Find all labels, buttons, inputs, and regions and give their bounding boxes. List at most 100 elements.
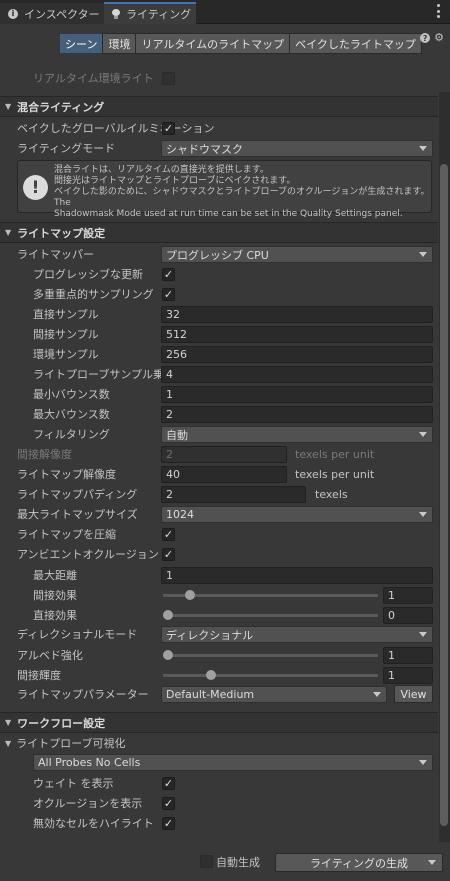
highlight-invalid-checkbox[interactable]: ✓ bbox=[162, 817, 175, 830]
indirect-intensity-field[interactable]: 1 bbox=[383, 667, 433, 684]
lightmap-params-value: Default-Medium bbox=[166, 688, 255, 701]
probe-mult-row: ライトプローブサンプル乗数 4 bbox=[0, 364, 438, 384]
help-icon[interactable]: ? bbox=[420, 33, 431, 43]
env-samples-row: 環境サンプル 256 bbox=[0, 344, 438, 364]
padding-unit: texels bbox=[315, 487, 348, 501]
compress-row: ライトマップを圧縮 ✓ bbox=[0, 524, 438, 544]
info-line: 混合ライトは、リアルタイムの直接光を提供します。 bbox=[54, 165, 269, 175]
lm-res-field[interactable]: 40 bbox=[161, 466, 287, 483]
max-bounces-field[interactable]: 2 bbox=[161, 406, 433, 423]
realtime-env-light-checkbox[interactable] bbox=[162, 72, 175, 85]
indirect-res-unit: texels per unit bbox=[295, 447, 375, 461]
filtering-value: 自動 bbox=[166, 428, 188, 442]
indirect-samples-field[interactable]: 512 bbox=[161, 326, 433, 343]
chevron-down-icon bbox=[373, 692, 381, 697]
filtering-dropdown[interactable]: 自動 bbox=[161, 426, 433, 443]
albedo-boost-slider-knob[interactable] bbox=[163, 650, 173, 660]
chevron-down-icon bbox=[419, 146, 427, 151]
tab-lighting[interactable]: ライティング bbox=[104, 2, 196, 24]
albedo-boost-slider[interactable] bbox=[163, 654, 378, 657]
foldout-arrow-icon: ▼ bbox=[5, 102, 12, 111]
tab-inspector[interactable]: i インスペクター bbox=[0, 3, 110, 24]
direct-contribution-field[interactable]: 0 bbox=[383, 607, 433, 624]
indirect-intensity-slider-knob[interactable] bbox=[206, 670, 216, 680]
highlight-invalid-row: 無効なセルをハイライト ✓ bbox=[0, 813, 438, 833]
indirect-intensity-row: 間接輝度 1 bbox=[0, 665, 438, 685]
section-workflow-settings[interactable]: ▼ ワークフロー設定 bbox=[0, 712, 438, 733]
mis-checkbox[interactable]: ✓ bbox=[162, 288, 175, 301]
lm-res-label: ライトマップ解像度 bbox=[17, 468, 116, 481]
ao-checkbox[interactable]: ✓ bbox=[162, 548, 175, 561]
generate-lighting-button[interactable]: ライティングの生成 bbox=[275, 853, 443, 872]
max-distance-label: 最大距離 bbox=[33, 569, 77, 582]
scrollbar-thumb[interactable] bbox=[440, 164, 448, 826]
chevron-down-icon bbox=[419, 760, 427, 765]
baked-gi-checkbox[interactable]: ✓ bbox=[162, 122, 175, 135]
lighting-subtabs: シーン 環境 リアルタイムのライトマップ ベイクしたライトマップ bbox=[59, 33, 422, 54]
progressive-update-checkbox[interactable]: ✓ bbox=[162, 268, 175, 281]
indirect-contribution-field[interactable]: 1 bbox=[383, 587, 433, 604]
probe-vis-row[interactable]: ▼ ライトプローブ可視化 bbox=[0, 733, 438, 753]
subtab-scene[interactable]: シーン bbox=[59, 33, 104, 54]
info-text: 混合ライトは、リアルタイムの直接光を提供します。 間接光はライトマップとライトプ… bbox=[54, 165, 430, 220]
max-bounces-label: 最大バウンス数 bbox=[33, 408, 110, 421]
direct-contribution-label: 直接効果 bbox=[33, 609, 77, 622]
indirect-res-field[interactable]: 2 bbox=[161, 446, 287, 463]
min-bounces-field[interactable]: 1 bbox=[161, 386, 433, 403]
max-bounces-row: 最大バウンス数 2 bbox=[0, 404, 438, 424]
directional-mode-value: ディレクショナル bbox=[166, 628, 254, 642]
view-button[interactable]: View bbox=[394, 685, 433, 703]
max-size-dropdown[interactable]: 1024 bbox=[161, 506, 433, 523]
max-distance-field[interactable]: 1 bbox=[161, 567, 433, 584]
probe-vis-value: All Probes No Cells bbox=[38, 756, 141, 769]
lighting-mode-dropdown[interactable]: シャドウマスク bbox=[161, 140, 433, 157]
show-occlusion-checkbox[interactable]: ✓ bbox=[162, 797, 175, 810]
more-menu-icon[interactable] bbox=[437, 4, 441, 18]
max-size-value: 1024 bbox=[166, 508, 194, 521]
probe-vis-label-text: ライトプローブ可視化 bbox=[16, 737, 126, 750]
indirect-contribution-slider[interactable] bbox=[163, 594, 378, 597]
lightmapper-dropdown[interactable]: プログレッシブ CPU bbox=[161, 246, 433, 263]
padding-field[interactable]: 2 bbox=[161, 486, 306, 503]
mis-label: 多重重点的サンプリング bbox=[33, 288, 154, 301]
indirect-res-label: 間接解像度 bbox=[17, 448, 72, 461]
show-weights-checkbox[interactable]: ✓ bbox=[162, 777, 175, 790]
directional-mode-dropdown[interactable]: ディレクショナル bbox=[161, 626, 433, 643]
lighting-mode-row: ライティングモード シャドウマスク bbox=[0, 138, 438, 158]
albedo-boost-field[interactable]: 1 bbox=[383, 647, 433, 664]
section-mixed-lighting[interactable]: ▼ 混合ライティング bbox=[0, 96, 438, 117]
baked-gi-label: ベイクしたグローバルイルミネーション bbox=[17, 122, 215, 135]
subtab-realtime-lightmaps[interactable]: リアルタイムのライトマップ bbox=[135, 33, 291, 54]
compress-checkbox[interactable]: ✓ bbox=[162, 528, 175, 541]
progressive-update-label: プログレッシブな更新 bbox=[33, 268, 143, 281]
show-occlusion-label: オクルージョンを表示 bbox=[33, 797, 143, 810]
direct-contribution-row: 直接効果 0 bbox=[0, 605, 438, 625]
baked-gi-row: ベイクしたグローバルイルミネーション ✓ bbox=[0, 118, 438, 138]
subtab-environment[interactable]: 環境 bbox=[102, 33, 137, 54]
probe-mult-field[interactable]: 4 bbox=[161, 366, 433, 383]
subtab-baked-lightmaps[interactable]: ベイクしたライトマップ bbox=[289, 33, 422, 54]
lightmap-params-dropdown[interactable]: Default-Medium bbox=[161, 686, 387, 703]
probe-vis-dropdown[interactable]: All Probes No Cells bbox=[33, 754, 433, 771]
direct-contribution-slider[interactable] bbox=[163, 614, 378, 617]
direct-contribution-slider-knob[interactable] bbox=[163, 610, 173, 620]
lighting-mode-label: ライティングモード bbox=[17, 142, 116, 155]
env-samples-field[interactable]: 256 bbox=[161, 346, 433, 363]
indirect-contribution-label: 間接効果 bbox=[33, 589, 77, 602]
section-workflow-settings-title: ワークフロー設定 bbox=[17, 716, 106, 730]
section-lightmap-settings[interactable]: ▼ ライトマップ設定 bbox=[0, 222, 438, 243]
info-line: ベイクした影のために、シャドウマスクとライトプローブのオクルージョンが生成されま… bbox=[54, 187, 430, 208]
ao-label: アンビエントオクルージョン bbox=[17, 548, 159, 561]
info-icon: i bbox=[8, 8, 18, 19]
indirect-contribution-slider-knob[interactable] bbox=[184, 590, 195, 600]
info-line: 間接光はライトマップとライトプローブにベイクされます。 bbox=[54, 176, 296, 186]
auto-generate-checkbox[interactable] bbox=[200, 855, 213, 868]
max-size-label: 最大ライトマップサイズ bbox=[17, 508, 138, 521]
lighting-mode-value: シャドウマスク bbox=[166, 142, 243, 156]
direct-samples-label: 直接サンプル bbox=[33, 308, 99, 321]
gear-icon[interactable]: ⚙ bbox=[434, 32, 444, 43]
progressive-update-row: プログレッシブな更新 ✓ bbox=[0, 264, 438, 284]
indirect-intensity-slider[interactable] bbox=[163, 674, 378, 677]
direct-samples-field[interactable]: 32 bbox=[161, 306, 433, 323]
chevron-down-icon bbox=[419, 512, 427, 517]
